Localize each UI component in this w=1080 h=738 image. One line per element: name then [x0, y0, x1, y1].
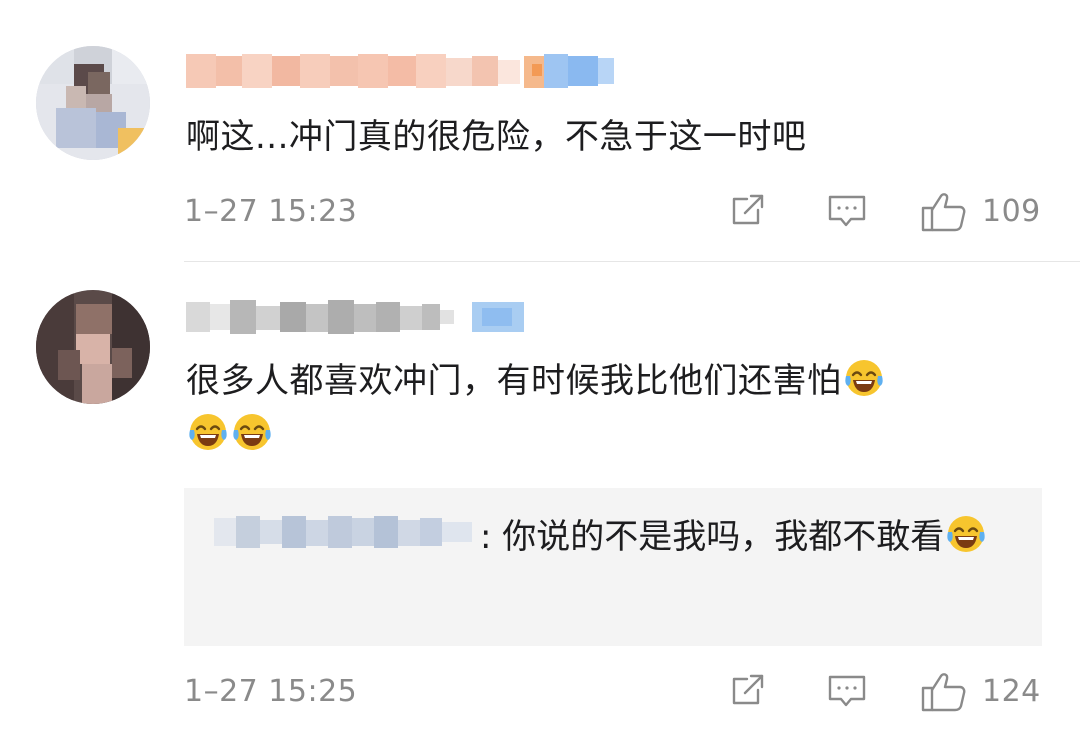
like-count: 124 — [982, 674, 1041, 709]
comment-meta: 1–27 15:25 124 — [184, 670, 1040, 716]
avatar[interactable] — [36, 46, 150, 160]
share-icon[interactable] — [728, 670, 768, 710]
quoted-reply-content: : 你说的不是我吗，我都不敢看 — [480, 517, 945, 557]
avatar[interactable] — [36, 290, 150, 404]
comment-item: 很多人都喜欢冲门，有时候我比他们还害怕: 你说的不是我吗，我都不敢看 1–27… — [0, 262, 1080, 738]
laughing-crying-emoji-icon — [232, 412, 272, 452]
thumbs-up-icon[interactable] — [920, 670, 968, 714]
comment-text: 啊这...冲门真的很危险，不急于这一时吧 — [186, 117, 807, 157]
comment-icon[interactable] — [826, 670, 868, 712]
comment-text-main: 很多人都喜欢冲门，有时候我比他们还害怕 — [186, 361, 842, 401]
thumbs-up-icon[interactable] — [920, 190, 968, 234]
comment-meta: 1–27 15:23 109 — [184, 190, 1040, 236]
comment-text: 很多人都喜欢冲门，有时候我比他们还害怕 — [186, 354, 1020, 462]
comment-item: 啊这...冲门真的很危险，不急于这一时吧 1–27 15:23 109 — [0, 0, 1080, 262]
share-icon[interactable] — [728, 190, 768, 230]
timestamp: 1–27 15:25 — [184, 674, 358, 709]
laughing-crying-emoji-icon — [188, 412, 228, 452]
comment-icon[interactable] — [826, 190, 868, 232]
like-count: 109 — [982, 194, 1041, 229]
quoted-reply-text: : 你说的不是我吗，我都不敢看 — [214, 508, 1012, 566]
username-blurred[interactable] — [186, 50, 626, 92]
timestamp: 1–27 15:23 — [184, 194, 358, 229]
laughing-crying-emoji-icon — [844, 358, 884, 398]
quoted-reply[interactable]: : 你说的不是我吗，我都不敢看 — [184, 488, 1042, 646]
laughing-crying-emoji-icon — [946, 514, 986, 554]
username-blurred[interactable] — [186, 296, 546, 338]
